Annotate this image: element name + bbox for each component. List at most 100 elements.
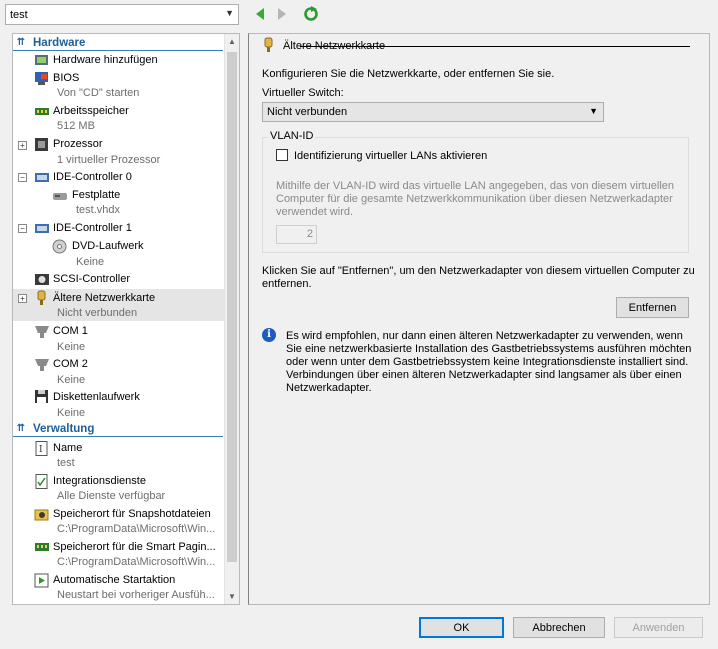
tree-item-com-1[interactable]: COM 1 Keine [13,323,225,353]
info-line: Sie eine netzwerkbasierte Installation d… [286,343,692,355]
tree-item-label: SCSI-Controller [53,273,131,285]
tree-item-hard-disk[interactable]: Festplatte test.vhdx [13,187,225,217]
info-line: oder wenn unter dem Gastbetriebssystem k… [286,356,689,368]
com-port-icon [35,359,49,371]
virtual-switch-label: Virtueller Switch: [262,87,344,99]
sidebar-scrollbar[interactable]: ▲ ▼ [224,34,239,604]
cancel-button[interactable]: Abbrechen [513,617,605,638]
refresh-icon [304,6,318,21]
dvd-drive-icon [52,239,67,254]
tree-item-floppy-drive[interactable]: Diskettenlaufwerk Keine [13,389,225,419]
tree-item-memory[interactable]: Arbeitsspeicher 512 MB [13,103,225,133]
scsi-controller-icon [35,274,49,285]
ide-controller-icon [35,173,49,182]
ok-button[interactable]: OK [419,617,504,638]
tree-item-add-hardware[interactable]: Hardware hinzufügen [13,53,225,69]
vlan-help-line: Mithilfe der VLAN-ID wird das virtuelle … [276,180,675,192]
collapse-tree-icon[interactable]: − [18,173,27,182]
tree-item-bios[interactable]: BIOS Von "CD" starten [13,70,225,100]
tree-item-dvd-drive[interactable]: DVD-Laufwerk Keine [13,238,225,268]
tree-item-label: Name [53,442,83,454]
remove-description-line: entfernen. [262,278,312,290]
snapshot-folder-icon [34,509,49,521]
tree-item-sub: Alle Dienste verfügbar [57,490,166,502]
network-adapter-icon [37,290,46,305]
scroll-up-icon[interactable]: ▲ [228,37,236,46]
tree-item-ide-controller-1[interactable]: − IDE-Controller 1 [13,220,225,237]
svg-text:I: I [39,445,43,455]
vm-selector[interactable]: test ▼ [5,4,239,25]
tree-item-integration-services[interactable]: Integrationsdienste Alle Dienste verfügb… [13,473,225,503]
vlan-checkbox-label[interactable]: Identifizierung virtueller LANs aktivier… [294,150,487,162]
section-management[interactable]: ⇈ Verwaltung [13,421,223,437]
hard-disk-icon [53,193,67,200]
remove-description: Klicken Sie auf "Entfernen", um den Netz… [262,265,702,291]
tree-item-sub: Neustart bei vorheriger Ausfüh... [57,589,215,601]
intro-text: Konfigurieren Sie die Netzwerkkarte, ode… [262,68,555,80]
tree-item-scsi-controller[interactable]: SCSI-Controller [13,271,225,288]
vlan-help-line: verwendet wird. [276,206,354,218]
name-icon: I [35,441,48,456]
scrollbar-thumb[interactable] [227,52,237,562]
remove-button[interactable]: Entfernen [616,297,689,318]
tree-item-label: IDE-Controller 1 [53,222,132,234]
com-port-icon [35,326,49,338]
tree-item-sub: Nicht verbunden [57,307,138,319]
expand-icon[interactable]: + [18,141,27,150]
collapse-icon: ⇈ [16,423,26,434]
integration-services-icon [35,474,48,489]
section-hardware[interactable]: ⇈ Hardware [13,35,223,51]
ide-controller-icon [35,224,49,233]
tree-item-label: DVD-Laufwerk [72,240,144,252]
virtual-switch-dropdown[interactable]: Nicht verbunden ▼ [262,102,604,122]
tree-item-label: COM 2 [53,358,88,370]
apply-button[interactable]: Anwenden [614,617,703,638]
chevron-down-icon: ▼ [589,106,598,116]
section-hardware-label: Hardware [33,36,86,49]
processor-icon [35,138,48,151]
network-adapter-icon [264,37,273,52]
tree-item-legacy-network-adapter[interactable]: + Ältere Netzwerkkarte Nicht verbunden [13,289,225,321]
vlan-checkbox[interactable] [276,149,288,161]
tree-item-label: Prozessor [53,138,103,150]
expand-icon[interactable]: + [18,294,27,303]
tree-item-label: Hardware hinzufügen [53,54,158,66]
tree-item-sub: Keine [57,341,86,353]
remove-description-line: Klicken Sie auf "Entfernen", um den Netz… [262,265,695,277]
vlan-help-line: Computer für die gesamte Netzwerkkommuni… [276,193,673,205]
collapse-tree-icon[interactable]: − [18,224,27,233]
info-text: Es wird empfohlen, nur dann einen ältere… [286,330,706,395]
info-line: Es wird empfohlen, nur dann einen ältere… [286,330,683,342]
tree-item-sub: C:\ProgramData\Microsoft\Win... [57,523,216,535]
tree-item-label: Arbeitsspeicher [53,105,129,117]
floppy-disk-icon [35,390,48,403]
smart-paging-icon [35,543,49,551]
start-action-icon [34,573,49,588]
tree-item-automatic-start-action[interactable]: Automatische Startaktion Neustart bei vo… [13,572,225,602]
title-divider [300,46,690,47]
info-icon: i [262,328,276,342]
tree-item-name[interactable]: I Name test [13,440,225,470]
vm-selector-value: test [10,8,28,21]
tree-item-ide-controller-0[interactable]: − IDE-Controller 0 [13,169,225,186]
refresh-button[interactable] [303,6,319,22]
tree-item-label: Integrationsdienste [53,475,146,487]
vlan-group-label: VLAN-ID [268,130,316,142]
vlan-help-text: Mithilfe der VLAN-ID wird das virtuelle … [276,180,686,219]
forward-button[interactable] [274,6,290,22]
add-hardware-icon [35,55,48,65]
settings-tree[interactable]: ⇈ Hardware Hardware hinzufügen BIOS Von … [12,33,240,605]
chevron-down-icon: ▼ [225,8,234,18]
tree-item-com-2[interactable]: COM 2 Keine [13,356,225,386]
tree-item-sub: Von "CD" starten [57,87,140,99]
tree-item-smart-paging-location[interactable]: Speicherort für die Smart Pagin... C:\Pr… [13,539,225,569]
tree-item-label: Automatische Startaktion [53,574,176,586]
tree-item-processor[interactable]: + Prozessor 1 virtueller Prozessor [13,136,225,166]
scroll-down-icon[interactable]: ▼ [228,592,236,601]
vlan-id-input[interactable]: 2 [276,225,317,244]
tree-item-label: IDE-Controller 0 [53,171,132,183]
tree-item-sub: 1 virtueller Prozessor [57,154,161,166]
tree-item-snapshot-location[interactable]: Speicherort für Snapshotdateien C:\Progr… [13,506,225,536]
back-button[interactable] [252,6,268,22]
virtual-switch-value: Nicht verbunden [267,106,348,118]
